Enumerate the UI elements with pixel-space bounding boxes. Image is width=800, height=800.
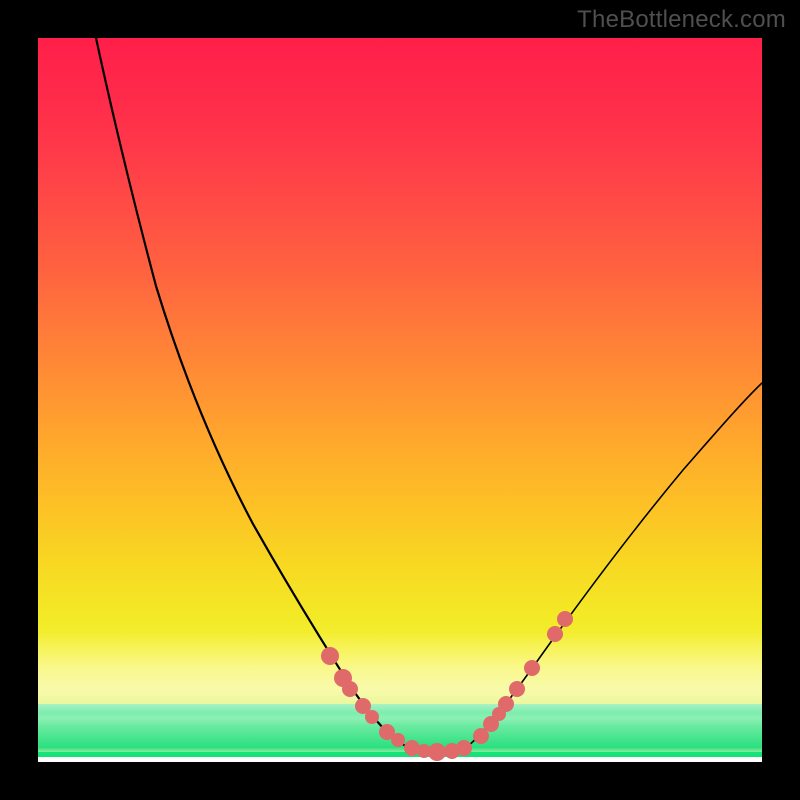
marker-dot <box>391 733 405 747</box>
plot-area <box>38 38 762 762</box>
marker-dot <box>321 647 339 665</box>
watermark-text: TheBottleneck.com <box>577 6 786 34</box>
marker-dot <box>498 696 514 712</box>
marker-dot <box>557 611 573 627</box>
chart-frame: TheBottleneck.com <box>0 0 800 800</box>
curve-svg <box>38 38 762 762</box>
curve-left <box>96 38 406 746</box>
marker-dot <box>456 740 472 756</box>
marker-dot <box>365 710 379 724</box>
marker-dot <box>547 626 563 642</box>
marker-dot <box>428 743 446 761</box>
marker-dot <box>342 681 358 697</box>
marker-dot <box>524 660 540 676</box>
marker-group <box>321 611 573 761</box>
marker-dot <box>509 681 525 697</box>
